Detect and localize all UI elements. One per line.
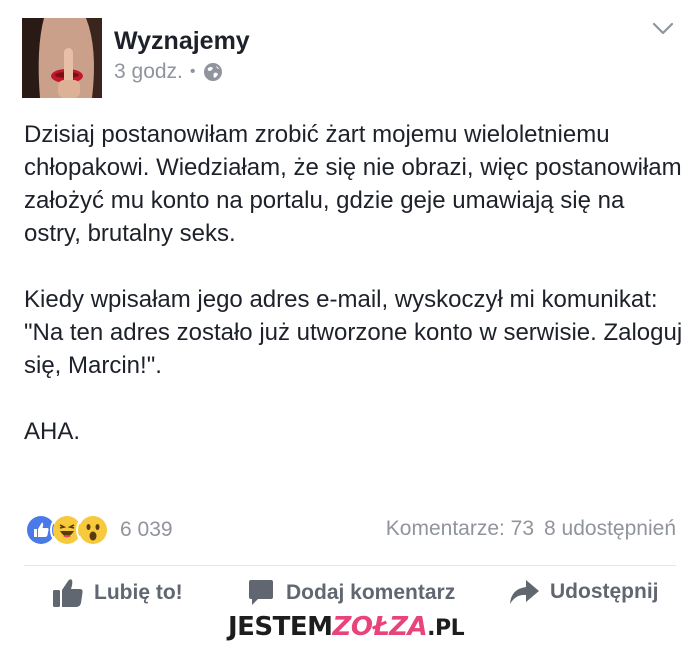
share-button[interactable]: Udostępnij — [508, 578, 659, 606]
post-paragraph: Kiedy wpisałam jego adres e-mail, wyskoc… — [24, 286, 683, 379]
share-arrow-icon — [510, 580, 539, 604]
comment-button[interactable]: Dodaj komentarz — [246, 578, 455, 608]
meta-separator: • — [189, 63, 196, 80]
watermark-part: ZOŁZA — [332, 612, 428, 642]
divider — [24, 565, 676, 566]
globe-icon — [203, 63, 222, 81]
page-name[interactable]: Wyznajemy — [114, 27, 250, 56]
thumbs-up-icon — [53, 579, 83, 607]
watermark-part: JESTEM — [228, 612, 333, 642]
reactions-summary[interactable]: 6 039 — [24, 512, 173, 548]
post-meta: 3 godz. • — [114, 60, 223, 84]
post-text: Dzisiaj postanowiłam zrobić żart mojemu … — [24, 118, 684, 448]
comment-icon — [249, 580, 273, 605]
avatar-image — [22, 18, 102, 98]
site-watermark: JESTEM ZOŁZA .PL — [228, 612, 465, 642]
post-paragraph: Dzisiaj postanowiłam zrobić żart mojemu … — [24, 121, 682, 247]
comment-label: Dodaj komentarz — [286, 581, 456, 604]
post-paragraph: AHA. — [24, 418, 81, 445]
share-label: Udostępnij — [550, 580, 659, 603]
wow-reaction-icon — [76, 513, 110, 547]
like-label: Lubię to! — [94, 581, 183, 604]
reaction-count: 6 039 — [120, 518, 173, 541]
like-button[interactable]: Lubię to! — [52, 578, 183, 608]
facebook-post: Wyznajemy 3 godz. • Dzisiaj postanowiłam… — [0, 0, 700, 661]
page-avatar[interactable] — [22, 18, 102, 98]
post-actions: Lubię to! Dodaj komentarz Udostępnij — [0, 578, 700, 614]
engagement-counts: Komentarze: 73 8 udostępnień — [386, 517, 676, 541]
post-time[interactable]: 3 godz. — [114, 60, 183, 84]
chevron-down-icon[interactable] — [652, 22, 674, 36]
shares-count[interactable]: 8 udostępnień — [544, 517, 676, 541]
watermark-part: .PL — [427, 616, 465, 641]
comments-count[interactable]: Komentarze: 73 — [386, 517, 534, 541]
